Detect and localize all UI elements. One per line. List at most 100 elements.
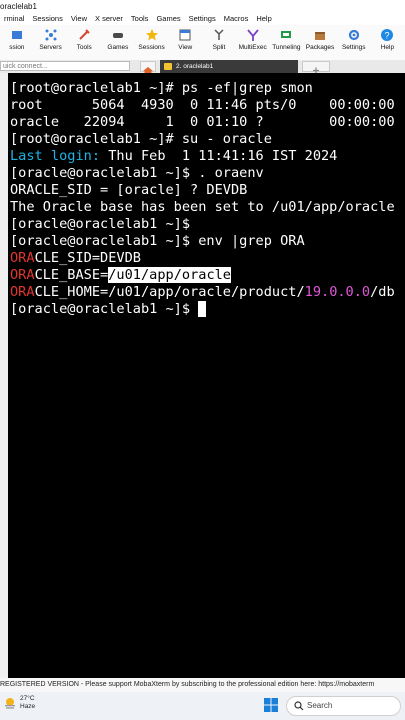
terminal-text: /db: [370, 284, 395, 300]
tab-bar: uick connect... 2. oraclelab1: [0, 60, 405, 74]
sessions-icon: [145, 28, 159, 42]
terminal-line: The Oracle base has been set to /u01/app…: [10, 199, 395, 216]
search-label: Search: [307, 701, 333, 710]
menu-item-3[interactable]: X server: [91, 13, 127, 25]
terminal-line: ORACLE_HOME=/u01/app/oracle/product/19.0…: [10, 284, 395, 301]
terminal-line: root 5064 4930 0 11:46 pts/0 00:00:00: [10, 97, 395, 114]
terminal-text: root 5064 4930 0 11:46 pts/0 00:00:00: [10, 97, 395, 113]
terminal-output[interactable]: [root@oraclelab1 ~]# ps -ef|grep smon roo…: [8, 73, 405, 678]
weather-widget[interactable]: 27°C Haze: [3, 695, 35, 711]
tools-icon: [77, 28, 91, 42]
terminal-text: ORACLE_SID = [oracle] ? DEVDB: [10, 182, 248, 198]
terminal-line: Last login: Thu Feb 1 11:41:16 IST 2024: [10, 148, 337, 165]
window-title: oraclelab1: [0, 0, 405, 13]
toolbar-button-multiexec[interactable]: MultiExec: [236, 25, 270, 60]
split-icon: [212, 28, 226, 42]
toolbar-button-view[interactable]: View: [168, 25, 202, 60]
terminal-text: [oracle@oraclelab1 ~]$: [10, 216, 191, 232]
terminal-text: ORA: [10, 250, 35, 266]
toolbar-button-help[interactable]: ? Help: [371, 25, 405, 60]
settings-icon: [347, 28, 361, 42]
menu-item-8[interactable]: Help: [252, 13, 275, 25]
svg-text:?: ?: [385, 31, 390, 41]
taskbar: 27°C Haze Search: [0, 692, 405, 720]
menu-item-6[interactable]: Settings: [185, 13, 220, 25]
toolbar-button-split[interactable]: Split: [202, 25, 236, 60]
menu-item-2[interactable]: View: [67, 13, 91, 25]
terminal-line: [root@oraclelab1 ~]# su - oracle: [10, 131, 272, 148]
toolbar-label: Sessions: [138, 44, 165, 51]
toolbar-button-tunneling[interactable]: Tunneling: [270, 25, 304, 60]
search-icon: [294, 701, 304, 711]
multiexec-icon: [246, 28, 260, 42]
games-icon: [111, 28, 125, 42]
toolbar: ssion Servers Tools Games Sessions View Split M…: [0, 25, 405, 60]
menu-bar: rminal Sessions View X server Tools Games Sett…: [0, 13, 405, 25]
toolbar-button-games[interactable]: Games: [101, 25, 135, 60]
menu-item-7[interactable]: Macros: [220, 13, 253, 25]
toolbar-label: Tunneling: [272, 44, 301, 51]
toolbar-label: Split: [212, 44, 226, 51]
terminal-line: [root@oraclelab1 ~]# ps -ef|grep smon: [10, 80, 313, 97]
terminal-text: The Oracle base has been set to /u01/app…: [10, 199, 395, 215]
terminal-line: oracle 22094 1 0 01:10 ? 00:00:00: [10, 114, 395, 131]
taskbar-search[interactable]: Search: [286, 696, 401, 716]
toolbar-label: Packages: [305, 44, 335, 51]
terminal-text: [198, 301, 207, 317]
terminal-line: ORACLE_SID = [oracle] ? DEVDB: [10, 182, 247, 199]
terminal-text: [oracle@oraclelab1 ~]$ env |grep ORA: [10, 233, 305, 249]
menu-item-1[interactable]: Sessions: [28, 13, 66, 25]
weather-condition: Haze: [20, 703, 36, 710]
toolbar-label: Tools: [76, 44, 92, 51]
toolbar-button-sessions[interactable]: Sessions: [135, 25, 169, 60]
new-tab-button[interactable]: [302, 61, 330, 74]
terminal-line: [oracle@oraclelab1 ~]$: [10, 301, 207, 318]
tab-session-oraclelab1[interactable]: 2. oraclelab1: [160, 60, 298, 73]
menu-item-4[interactable]: Tools: [127, 13, 153, 25]
terminal-text: CLE_SID=DEVDB: [34, 250, 141, 266]
session-icon: [10, 28, 24, 42]
view-icon: [178, 28, 192, 42]
terminal-line: ORACLE_SID=DEVDB: [10, 250, 141, 267]
terminal-text: oracle 22094 1 0 01:10 ? 00:00:00: [10, 114, 395, 130]
terminal-text: [root@oraclelab1 ~]# su - oracle: [10, 131, 272, 147]
side-strip: [0, 73, 8, 678]
session-tab-label: 2. oraclelab1: [176, 63, 214, 70]
terminal-line: [oracle@oraclelab1 ~]$ . oraenv: [10, 165, 264, 182]
terminal-text: Thu Feb 1 11:41:16 IST 2024: [100, 148, 338, 164]
terminal-text: ORA: [10, 284, 35, 300]
menu-item-5[interactable]: Games: [152, 13, 184, 25]
terminal-icon: [164, 63, 172, 70]
terminal-line: [oracle@oraclelab1 ~]$ env |grep ORA: [10, 233, 305, 250]
windows-start-icon[interactable]: [264, 698, 278, 712]
menu-item-0[interactable]: rminal: [0, 13, 28, 25]
terminal-text: CLE_HOME=/u01/app/oracle/product/: [34, 284, 305, 300]
terminal-text: 19.0.0.0: [304, 284, 371, 300]
packages-icon: [313, 28, 327, 42]
haze-icon: [5, 698, 15, 709]
terminal-text: [oracle@oraclelab1 ~]$: [10, 301, 199, 317]
toolbar-label: ssion: [9, 44, 25, 51]
toolbar-label: Help: [380, 44, 395, 51]
servers-icon: [44, 28, 58, 42]
terminal-line: ORACLE_BASE=/u01/app/oracle: [10, 267, 231, 284]
toolbar-button-tools[interactable]: Tools: [67, 25, 101, 60]
terminal-text: ORA: [10, 267, 35, 283]
status-bar: REGISTERED VERSION - Please support Moba…: [0, 678, 405, 692]
toolbar-button-packages[interactable]: Packages: [303, 25, 337, 60]
toolbar-button-servers[interactable]: Servers: [34, 25, 68, 60]
terminal-text: /u01/app/oracle: [108, 267, 231, 283]
toolbar-button-ssion[interactable]: ssion: [0, 25, 34, 60]
terminal-text: [oracle@oraclelab1 ~]$ . oraenv: [10, 165, 264, 181]
tunneling-icon: [279, 28, 293, 42]
terminal-line: [oracle@oraclelab1 ~]$: [10, 216, 190, 233]
weather-temp: 27°C: [20, 695, 35, 702]
toolbar-button-settings[interactable]: Settings: [337, 25, 371, 60]
home-tab[interactable]: [140, 61, 156, 74]
toolbar-label: MultiExec: [238, 44, 267, 51]
quick-connect-input[interactable]: uick connect...: [0, 61, 130, 71]
toolbar-label: View: [178, 44, 193, 51]
terminal-text: CLE_BASE=: [34, 267, 109, 283]
toolbar-label: Games: [107, 44, 129, 51]
terminal-text: Last login:: [10, 148, 101, 164]
